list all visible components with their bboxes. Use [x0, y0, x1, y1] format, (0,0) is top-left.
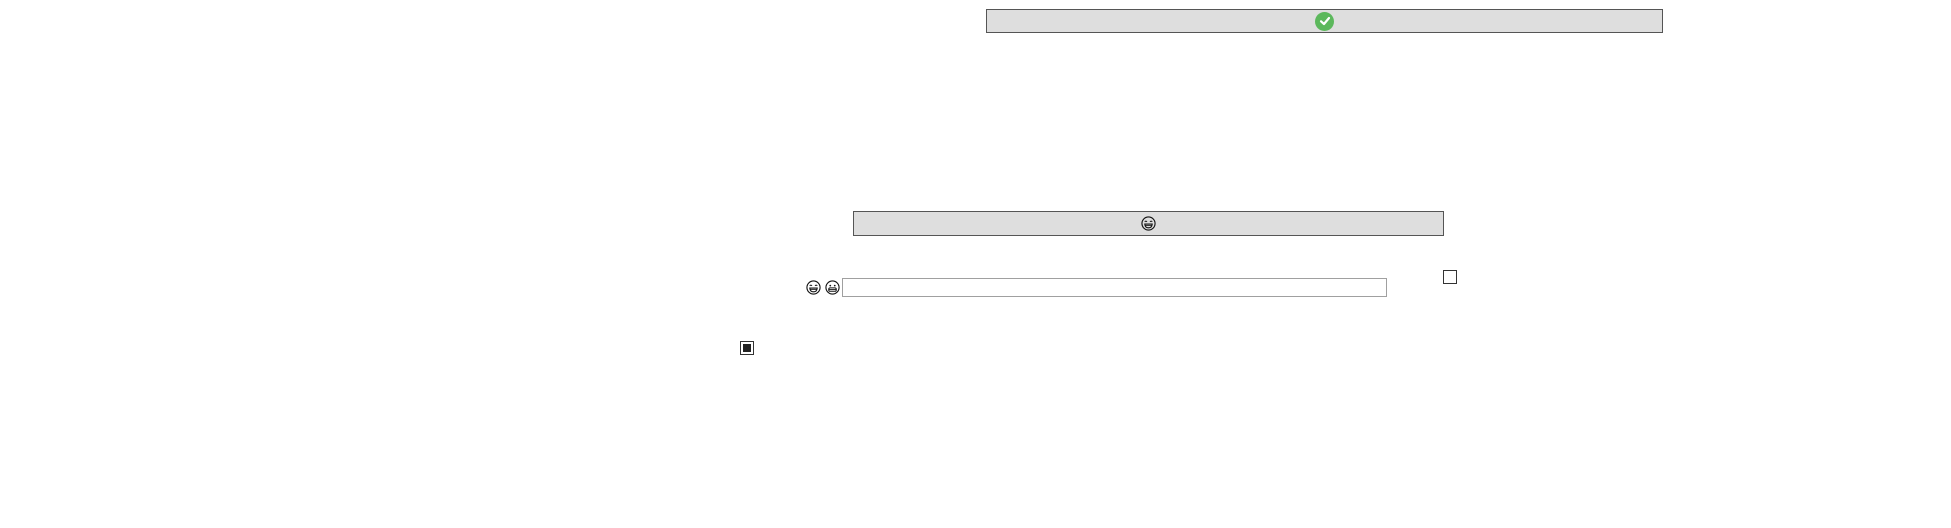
laughing-face-icon: [1141, 216, 1156, 231]
laughing-face-icon[interactable]: [806, 280, 821, 295]
checkbox-checked[interactable]: [740, 341, 754, 355]
checkbox-checked-mark: [743, 344, 751, 352]
checkbox-unchecked[interactable]: [1443, 270, 1457, 284]
grinning-face-icon[interactable]: [825, 280, 840, 295]
check-circle-icon: [1315, 11, 1334, 31]
confirm-button[interactable]: [986, 9, 1663, 33]
page-canvas: [0, 0, 1951, 528]
text-input[interactable]: [842, 278, 1387, 297]
emoji-button[interactable]: [853, 211, 1444, 236]
emoji-row: [806, 278, 840, 297]
